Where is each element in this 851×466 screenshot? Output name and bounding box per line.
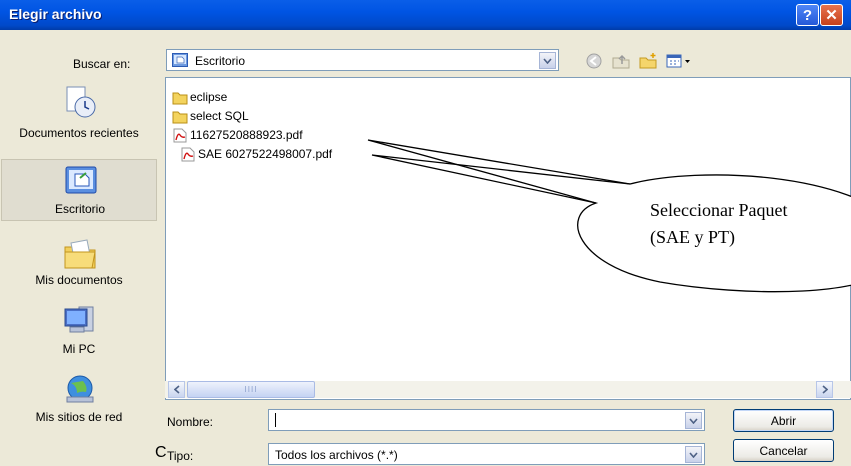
file-name: select SQL — [190, 109, 249, 123]
open-button[interactable]: Abrir — [733, 409, 834, 432]
chevron-down-icon — [689, 417, 698, 424]
chevron-left-icon — [173, 385, 180, 394]
up-folder-icon[interactable] — [611, 52, 631, 70]
network-places-icon — [66, 375, 94, 403]
scroll-thumb[interactable]: IIII — [187, 381, 315, 398]
place-network-places[interactable]: Mis sitios de red — [1, 369, 157, 429]
scroll-left-button[interactable] — [168, 381, 185, 398]
background-text: C — [155, 444, 167, 461]
window-title: Elegir archivo — [9, 6, 102, 22]
place-my-computer[interactable]: Mi PC — [1, 299, 157, 357]
filetype-combo[interactable]: Todos los archivos (*.*) — [268, 443, 705, 465]
place-label-my-computer: Mi PC — [62, 342, 96, 356]
chevron-down-icon — [689, 451, 698, 458]
places-bar: Documentos recientes Escritorio Mis docu… — [1, 77, 157, 434]
file-list[interactable]: eclipse select SQL 11627520888923.pdf SA… — [165, 77, 851, 400]
look-in-combo[interactable]: Escritorio — [166, 49, 559, 71]
file-name: SAE 6027522498007.pdf — [198, 147, 333, 161]
place-label-my-documents: Mis documentos — [35, 273, 123, 287]
filename-label: Nombre: — [167, 415, 214, 429]
title-bar[interactable]: Elegir archivo ? ✕ — [0, 0, 851, 30]
folder-icon — [172, 92, 188, 104]
place-label-network: Mis sitios de red — [35, 410, 123, 424]
close-button[interactable]: ✕ — [820, 4, 843, 26]
file-name: 11627520888923.pdf — [190, 128, 303, 142]
desktop-icon — [65, 166, 97, 194]
view-menu-icon[interactable] — [665, 52, 693, 70]
filename-input[interactable] — [268, 409, 705, 431]
list-item[interactable]: select SQL — [172, 107, 249, 125]
chevron-down-icon — [543, 57, 552, 64]
new-folder-icon[interactable] — [638, 52, 658, 70]
place-label-recent: Documentos recientes — [19, 126, 139, 140]
folder-icon — [172, 111, 188, 123]
place-label-desktop: Escritorio — [54, 202, 105, 216]
place-desktop[interactable]: Escritorio — [1, 159, 157, 221]
list-item[interactable]: 11627520888923.pdf — [172, 126, 303, 144]
back-icon[interactable] — [584, 52, 604, 70]
horizontal-scrollbar[interactable]: IIII — [165, 381, 851, 398]
help-button[interactable]: ? — [796, 4, 819, 26]
list-item[interactable]: SAE 6027522498007.pdf — [180, 145, 332, 163]
chevron-right-icon — [821, 385, 828, 394]
cancel-button[interactable]: Cancelar — [733, 439, 834, 462]
look-in-value: Escritorio — [195, 54, 246, 68]
filename-dropdown-button[interactable] — [685, 412, 702, 429]
filetype-value: Todos los archivos (*.*) — [275, 448, 398, 462]
place-my-documents[interactable]: Mis documentos — [1, 233, 157, 289]
filetype-dropdown-button[interactable] — [685, 446, 702, 463]
file-name: eclipse — [190, 90, 228, 104]
place-recent-documents[interactable]: Documentos recientes — [1, 79, 157, 157]
callout-line-2: (SAE y PT) — [650, 227, 735, 247]
pdf-file-icon — [173, 128, 187, 142]
text-caret — [275, 413, 276, 427]
desktop-icon — [172, 53, 188, 67]
scroll-right-button[interactable] — [816, 381, 833, 398]
callout-line-1: Seleccionar Paquet — [650, 200, 788, 220]
list-item[interactable]: eclipse — [172, 88, 227, 106]
my-computer-icon — [64, 306, 94, 333]
my-documents-icon — [64, 239, 96, 269]
pdf-file-icon — [181, 147, 195, 161]
look-in-dropdown-button[interactable] — [539, 52, 556, 69]
filetype-label: Tipo: — [167, 449, 194, 463]
look-in-label: Buscar en: — [73, 57, 131, 71]
recent-documents-icon — [66, 86, 96, 118]
